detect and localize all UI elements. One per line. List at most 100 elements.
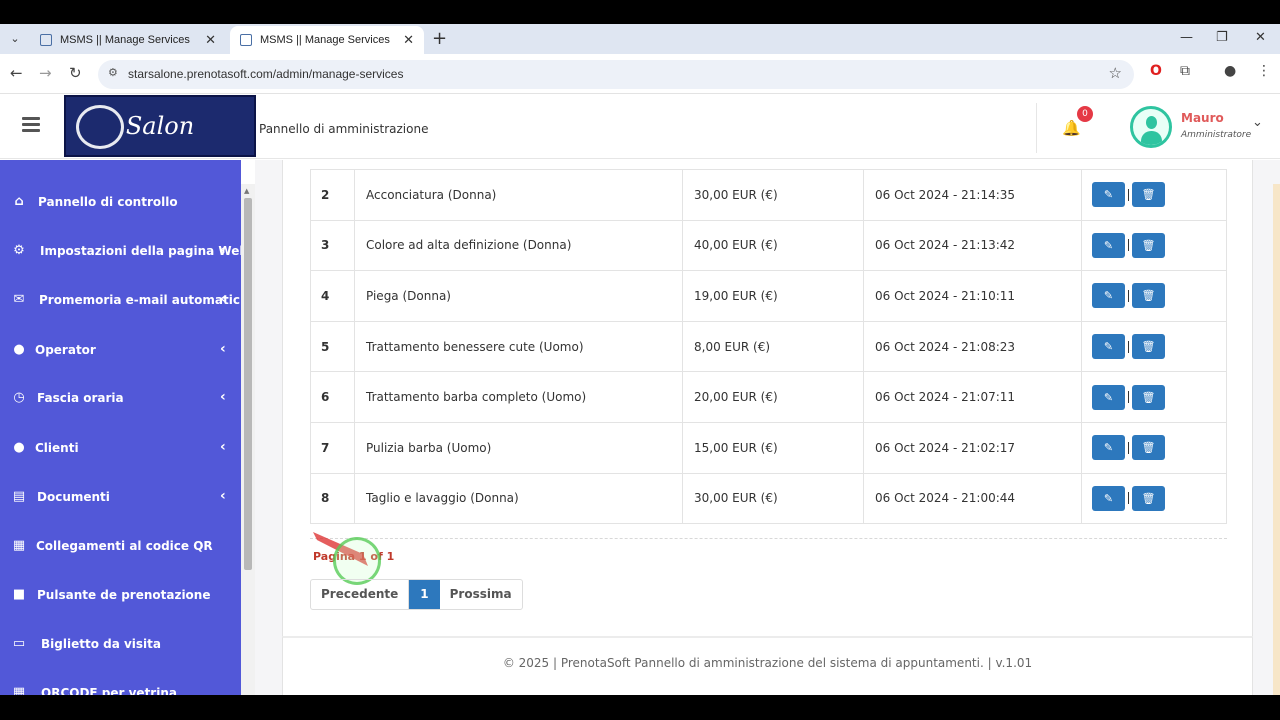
user-icon: ● (13, 342, 25, 357)
square-icon: ■ (12, 587, 26, 602)
sidebar-item-booking-button[interactable]: ■ Pulsante de prenotazione (0, 575, 241, 615)
sidebar-item-business-card[interactable]: ▭ Biglietto da visita (0, 624, 241, 664)
reload-icon[interactable]: ↻ (69, 64, 82, 82)
sidebar-item-label: QRCODE per vetrina (41, 686, 177, 695)
app-header: Salon Pannello di amministrazione 🔔 0 Ma… (0, 95, 1280, 159)
next-page-button[interactable]: Prossima (440, 580, 522, 609)
home-icon: ⌂ (14, 194, 24, 209)
profile-icon[interactable]: ● (1224, 63, 1236, 79)
service-name: Piega (Donna) (354, 270, 683, 322)
trash-icon: 🗑 (1141, 491, 1156, 505)
salon-logo[interactable]: Salon (64, 95, 256, 157)
footer: © 2025 | PrenotaSoft Pannello di amminis… (282, 636, 1253, 695)
row-actions: ✎ 🗑 (1081, 270, 1227, 322)
service-date: 06 Oct 2024 - 21:14:35 (863, 169, 1082, 221)
services-table: 2 Acconciatura (Donna) 30,00 EUR (€) 06 Oct… (310, 169, 1227, 525)
sidebar-item-web-settings[interactable]: ⚙ Impostazioni della pagina Web ‹ (0, 231, 241, 271)
edit-button[interactable]: ✎ (1092, 384, 1125, 410)
user-icon: ● (13, 440, 25, 455)
row-number: 7 (310, 421, 355, 474)
site-settings-icon[interactable]: ⚙ (108, 66, 118, 79)
header-divider (1036, 103, 1037, 153)
chevron-down-icon[interactable]: ⌄ (1252, 115, 1263, 130)
service-name: Trattamento benessere cute (Uomo) (354, 320, 683, 373)
scroll-up-icon[interactable]: ▲ (244, 187, 249, 195)
close-icon[interactable]: ✕ (403, 32, 414, 48)
edit-button[interactable]: ✎ (1092, 232, 1125, 258)
address-bar[interactable]: ⚙ starsalone.prenotasoft.com/admin/manag… (98, 60, 1134, 89)
window-close-icon[interactable]: ✕ (1255, 30, 1266, 45)
avatar[interactable] (1130, 106, 1172, 148)
back-arrow-icon[interactable]: ← (10, 64, 23, 82)
sidebar-item-documents[interactable]: ▤ Documenti ‹ (0, 477, 241, 517)
pagination: Precedente 1 Prossima (310, 579, 523, 610)
sidebar-scrollbar[interactable]: ▲ (241, 184, 255, 695)
restore-icon[interactable]: ❐ (1216, 30, 1228, 45)
sidebar-item-operator[interactable]: ● Operator ‹ (0, 330, 241, 370)
service-name: Acconciatura (Donna) (354, 169, 683, 221)
page-title: Pannello di amministrazione (259, 122, 429, 136)
chevron-left-icon: ‹ (220, 488, 226, 504)
action-separator (1128, 289, 1129, 302)
user-name[interactable]: Mauro (1181, 111, 1224, 125)
sidebar-item-clients[interactable]: ● Clienti ‹ (0, 428, 241, 468)
delete-button[interactable]: 🗑 (1132, 182, 1165, 208)
close-icon[interactable]: ✕ (205, 32, 216, 48)
delete-button[interactable]: 🗑 (1132, 485, 1165, 511)
table-row: 6 Trattamento barba completo (Uomo) 20,00 … (310, 371, 1227, 423)
sidebar-item-qrcode-showcase[interactable]: ▦ QRCODE per vetrina (0, 673, 241, 695)
tab-search-chevron-icon[interactable]: ⌄ (6, 30, 24, 48)
favicon-icon (240, 34, 252, 46)
page-scrollbar[interactable] (1273, 184, 1280, 695)
sidebar-item-qr-links[interactable]: ▦ Collegamenti al codice QR (0, 526, 241, 566)
sidebar-item-dashboard[interactable]: ⌂ Pannello di controllo (0, 182, 241, 222)
current-page-button[interactable]: 1 (409, 580, 440, 609)
forward-arrow-icon[interactable]: → (39, 64, 52, 82)
edit-button[interactable]: ✎ (1092, 485, 1125, 511)
table-row: 5 Trattamento benessere cute (Uomo) 8,00 E… (310, 320, 1227, 373)
bell-icon[interactable]: 🔔 (1062, 119, 1081, 137)
sidebar-item-label: Impostazioni della pagina Web (40, 244, 241, 258)
browser-toolbar: ← → ↻ ⚙ starsalone.prenotasoft.com/admin… (0, 54, 1280, 94)
sidebar-item-email-reminders[interactable]: ✉ Promemoria e-mail automatici ‹ (0, 280, 241, 320)
browser-tab-1[interactable]: MSMS || Manage Services ✕ (30, 26, 226, 54)
table-row: 2 Acconciatura (Donna) 30,00 EUR (€) 06 Oct… (310, 169, 1227, 221)
action-separator (1128, 340, 1129, 353)
edit-icon: ✎ (1103, 238, 1114, 252)
edit-button[interactable]: ✎ (1092, 182, 1125, 208)
service-name: Colore ad alta definizione (Donna) (354, 219, 683, 272)
browser-tab-2[interactable]: MSMS || Manage Services ✕ (230, 26, 424, 54)
previous-page-button[interactable]: Precedente (311, 580, 410, 609)
edit-icon: ✎ (1103, 188, 1114, 202)
service-price: 19,00 EUR (€) (682, 270, 864, 322)
browser-menu-icon[interactable]: ⋮ (1257, 63, 1271, 79)
opera-extension-icon[interactable]: O (1150, 63, 1162, 79)
service-price: 20,00 EUR (€) (682, 371, 864, 423)
edit-button[interactable]: ✎ (1092, 435, 1125, 461)
service-price: 40,00 EUR (€) (682, 219, 864, 272)
edit-icon: ✎ (1103, 441, 1114, 455)
sidebar-item-label: Biglietto da visita (41, 637, 161, 651)
delete-button[interactable]: 🗑 (1132, 232, 1165, 258)
extensions-puzzle-icon[interactable]: ⧉ (1180, 63, 1190, 79)
scrollbar-thumb[interactable] (244, 198, 252, 570)
edit-button[interactable]: ✎ (1092, 283, 1125, 309)
logo-text: Salon (125, 112, 195, 140)
row-actions: ✎ 🗑 (1081, 371, 1227, 423)
row-actions: ✎ 🗑 (1081, 219, 1227, 272)
delete-button[interactable]: 🗑 (1132, 283, 1165, 309)
delete-button[interactable]: 🗑 (1132, 435, 1165, 461)
row-number: 6 (310, 371, 355, 423)
hamburger-menu-icon[interactable] (22, 117, 40, 132)
service-price: 30,00 EUR (€) (682, 472, 864, 525)
main-content: 2 Acconciatura (Donna) 30,00 EUR (€) 06 Oct… (255, 160, 1280, 695)
browser-tabstrip: ⌄ MSMS || Manage Services ✕ MSMS || Mana… (0, 24, 1280, 54)
minimize-icon[interactable]: — (1180, 30, 1193, 45)
sidebar-item-label: Pulsante de prenotazione (37, 588, 211, 602)
delete-button[interactable]: 🗑 (1132, 384, 1165, 410)
edit-button[interactable]: ✎ (1092, 334, 1125, 360)
delete-button[interactable]: 🗑 (1132, 334, 1165, 360)
bookmark-star-icon[interactable]: ☆ (1109, 64, 1122, 82)
new-tab-plus-icon[interactable]: + (432, 29, 447, 49)
sidebar-item-time-slots[interactable]: ◷ Fascia oraria ‹ (0, 378, 241, 418)
